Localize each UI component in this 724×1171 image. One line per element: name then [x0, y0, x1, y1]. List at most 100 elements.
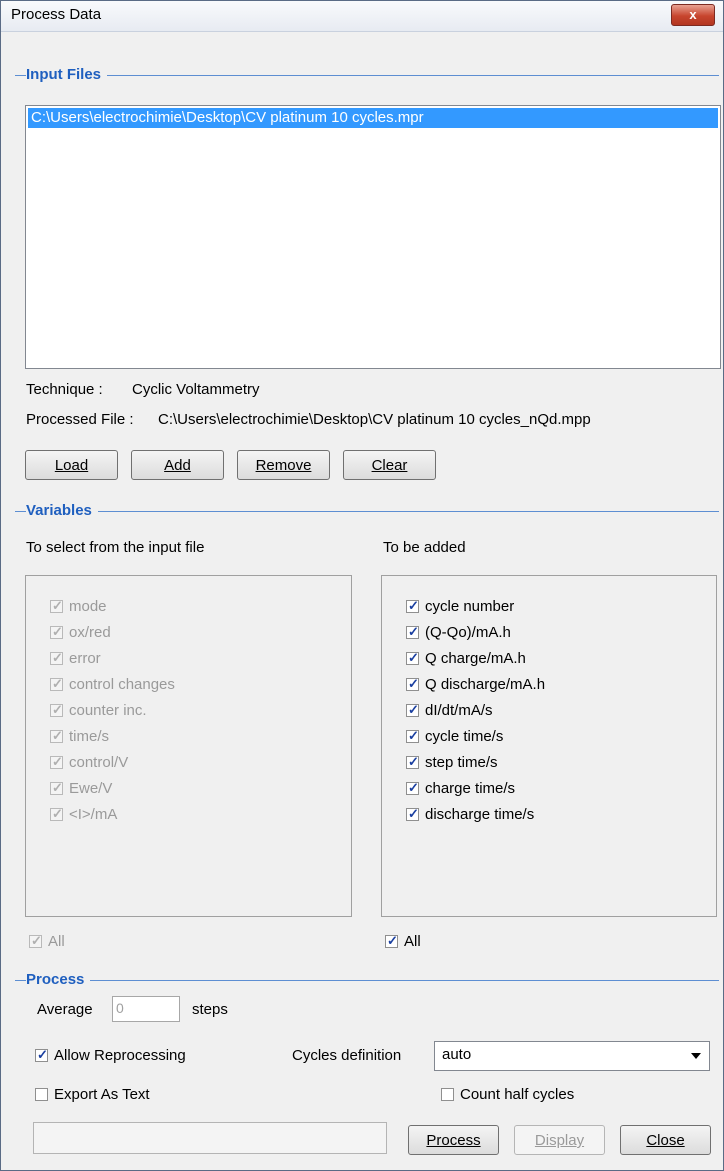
checkmark-icon: ✓ [408, 754, 419, 769]
checkmark-icon: ✓ [52, 780, 63, 795]
checkbox: ✓ [50, 780, 63, 795]
variable-label: Ewe/V [69, 780, 113, 797]
add-button-label: Add [164, 457, 191, 474]
average-steps-input[interactable]: 0 [112, 996, 180, 1022]
technique-label: Technique : [26, 381, 103, 398]
checkmark-icon: ✓ [52, 728, 63, 743]
remove-button-label: Remove [255, 457, 312, 474]
checkbox: ✓ [50, 702, 63, 717]
checkmark-icon: ✓ [408, 650, 419, 665]
variable-label: time/s [69, 728, 110, 745]
checkmark-icon: ✓ [52, 650, 63, 665]
checkmark-icon: ✓ [408, 598, 419, 613]
cycles-definition-value: auto [442, 1046, 472, 1063]
checkmark-icon: ✓ [52, 598, 63, 613]
checkbox[interactable] [441, 1088, 454, 1101]
checkbox: ✓ [50, 754, 63, 769]
variable-label: control/V [69, 754, 129, 771]
variable-label: counter inc. [69, 702, 147, 719]
export-as-text-label: Export As Text [54, 1086, 150, 1103]
checkbox[interactable]: ✓ [406, 702, 419, 717]
variable-label: cycle time/s [425, 728, 504, 745]
variable-label: Q discharge/mA.h [425, 676, 546, 693]
checkbox[interactable] [35, 1088, 48, 1101]
checkmark-icon: ✓ [387, 933, 398, 948]
input-files-section-title: Input Files [26, 66, 107, 83]
input-files-list[interactable]: C:\Users\electrochimie\Desktop\CV platin… [25, 105, 721, 369]
left-all-label: All [48, 933, 65, 950]
checkmark-icon: ✓ [408, 624, 419, 639]
checkbox[interactable]: ✓ [35, 1047, 48, 1062]
checkmark-icon: ✓ [408, 728, 419, 743]
load-button[interactable]: Load [25, 450, 118, 480]
checkbox[interactable]: ✓ [385, 933, 398, 948]
variable-label: <I>/mA [69, 806, 118, 823]
window-title: Process Data [11, 6, 102, 23]
technique-value: Cyclic Voltammetry [132, 381, 260, 398]
left-variables-header: To select from the input file [26, 539, 205, 556]
right-variables-header: To be added [383, 539, 466, 556]
variable-label: cycle number [425, 598, 515, 615]
variables-section-title: Variables [26, 502, 98, 519]
added-variables-list: ✓ cycle number ✓ (Q-Qo)/mA.h ✓ Q charge/mA.… [381, 575, 717, 917]
variable-label: charge time/s [425, 780, 516, 797]
progress-bar [33, 1122, 387, 1154]
checkmark-icon: ✓ [408, 780, 419, 795]
close-button[interactable]: Close [620, 1125, 711, 1155]
input-files-divider [15, 75, 719, 76]
cycles-definition-label: Cycles definition [292, 1047, 402, 1064]
process-data-dialog: Process Data x Input Files C:\Users\elec… [0, 0, 724, 1171]
checkbox: ✓ [50, 650, 63, 665]
title-bar: Process Data x [1, 1, 723, 32]
checkbox[interactable]: ✓ [406, 806, 419, 821]
count-half-cycles-label: Count half cycles [460, 1086, 575, 1103]
checkbox: ✓ [50, 806, 63, 821]
chevron-down-icon [691, 1053, 701, 1059]
variable-label: (Q-Qo)/mA.h [425, 624, 511, 641]
checkmark-icon: ✓ [52, 624, 63, 639]
checkbox: ✓ [50, 676, 63, 691]
input-file-variables-list: ✓ mode ✓ ox/red ✓ error ✓ control changes ✓ c… [25, 575, 352, 917]
processed-file-value: C:\Users\electrochimie\Desktop\CV platin… [158, 411, 591, 428]
load-button-label: Load [54, 457, 89, 474]
average-label: Average [37, 1001, 93, 1018]
checkmark-icon: ✓ [52, 676, 63, 691]
variable-label: mode [69, 598, 107, 615]
checkmark-icon: ✓ [408, 806, 419, 821]
checkbox[interactable]: ✓ [406, 780, 419, 795]
checkbox[interactable]: ✓ [406, 650, 419, 665]
clear-button-label: Clear [371, 457, 408, 474]
process-button[interactable]: Process [408, 1125, 499, 1155]
add-button[interactable]: Add [131, 450, 224, 480]
allow-reprocessing-label: Allow Reprocessing [54, 1047, 186, 1064]
display-button: Display [514, 1125, 605, 1155]
checkmark-icon: ✓ [408, 702, 419, 717]
average-value: 0 [116, 1000, 124, 1016]
display-button-label: Display [534, 1132, 585, 1149]
checkbox[interactable]: ✓ [406, 624, 419, 639]
clear-button[interactable]: Clear [343, 450, 436, 480]
checkbox[interactable]: ✓ [406, 598, 419, 613]
list-item[interactable]: C:\Users\electrochimie\Desktop\CV platin… [28, 108, 718, 128]
variable-label: discharge time/s [425, 806, 535, 823]
checkbox[interactable]: ✓ [406, 676, 419, 691]
variable-label: dI/dt/mA/s [425, 702, 493, 719]
checkbox: ✓ [50, 624, 63, 639]
checkmark-icon: ✓ [408, 676, 419, 691]
process-divider [15, 980, 719, 981]
checkbox: ✓ [50, 598, 63, 613]
process-button-label: Process [426, 1132, 481, 1149]
checkbox: ✓ [29, 933, 42, 948]
checkmark-icon: ✓ [31, 933, 42, 948]
checkbox[interactable]: ✓ [406, 754, 419, 769]
right-all-label: All [404, 933, 421, 950]
cycles-definition-dropdown[interactable]: auto [434, 1041, 710, 1071]
variable-label: control changes [69, 676, 175, 693]
processed-file-label: Processed File : [26, 411, 134, 428]
checkmark-icon: ✓ [52, 806, 63, 821]
close-window-button[interactable]: x [671, 4, 715, 26]
variable-label: error [69, 650, 101, 667]
remove-button[interactable]: Remove [237, 450, 330, 480]
checkbox[interactable]: ✓ [406, 728, 419, 743]
variables-divider [15, 511, 719, 512]
